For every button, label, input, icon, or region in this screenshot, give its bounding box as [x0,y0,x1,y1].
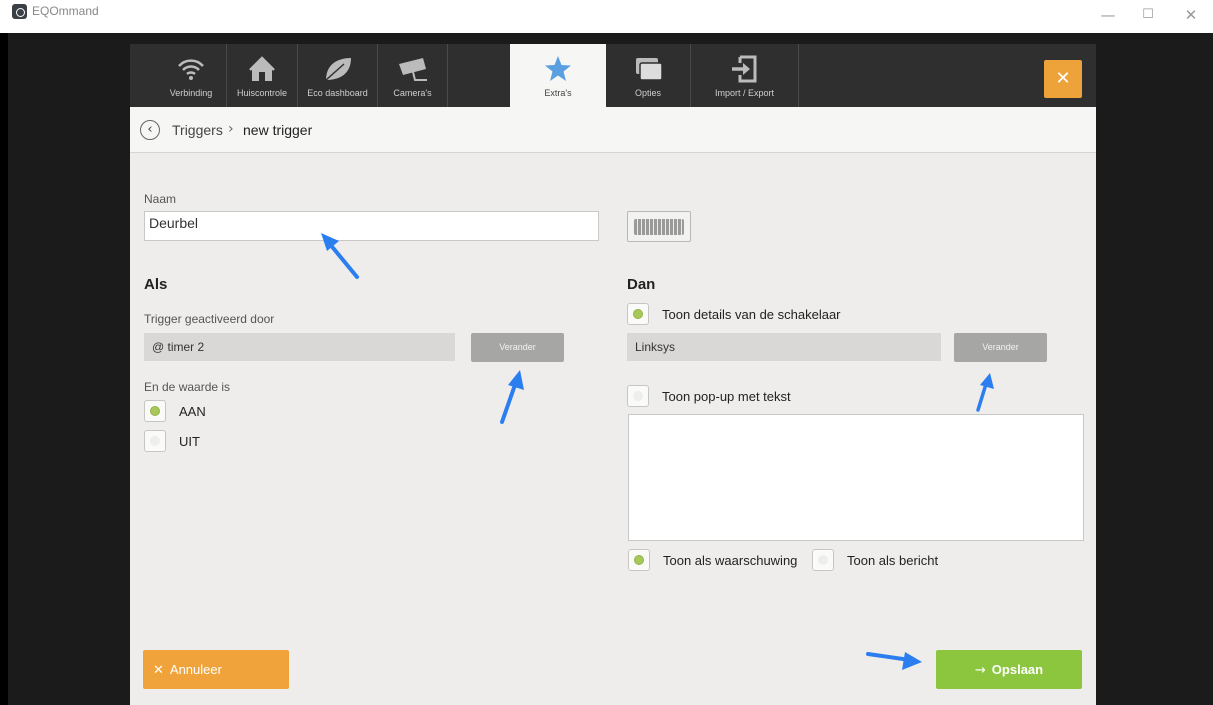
leaf-icon [325,58,351,81]
switch-field: Linksys [627,333,941,361]
change-switch-button[interactable]: Verander [954,333,1047,362]
tab-huiscontrole[interactable]: Huiscontrole [227,44,298,107]
windows-icon [636,58,663,81]
trigger-label: Trigger geactiveerd door [144,312,275,326]
tab-label: Opties [634,88,661,98]
value-label: En de waarde is [144,380,231,394]
keyboard-icon [634,219,684,235]
show-as-message-label: Toon als bericht [847,553,939,568]
tab-label: Extra's [544,88,572,98]
breadcrumb-triggers-link[interactable]: Triggers [172,122,223,138]
name-input[interactable]: Deurbel [144,211,599,241]
tab-label: Verbinding [169,88,213,98]
window-title-bar: EQOmmand — ☐ ✕ [0,0,1213,33]
annotation-arrow-icon [976,373,994,412]
popup-text-area[interactable] [628,414,1084,541]
arrow-right-icon: → [974,663,986,678]
tab-cameras[interactable]: Camera's [378,44,448,107]
radio-aan[interactable] [144,400,166,422]
dan-heading: Dan [627,276,656,293]
show-as-warning-label: Toon als waarschuwing [663,553,798,568]
tab-label: Eco dashboard [307,88,368,98]
annotation-arrow-icon [500,370,524,424]
annotation-arrow-icon [866,652,922,670]
tab-verbinding[interactable]: Verbinding [156,44,227,107]
show-popup-label: Toon pop-up met tekst [662,389,791,404]
trigger-source-field: @ timer 2 [144,333,455,361]
breadcrumb: ‹ Triggers › new trigger [130,107,1096,153]
close-icon: ✕ [153,663,164,678]
tab-import-export[interactable]: Import / Export [691,44,799,107]
minimize-button[interactable]: — [1096,6,1120,24]
tab-eco-dashboard[interactable]: Eco dashboard [298,44,378,107]
camera-icon [398,58,427,81]
radio-uit-label: UIT [179,434,200,449]
als-heading: Als [144,276,168,293]
show-as-message-radio[interactable] [812,549,834,571]
breadcrumb-separator: › [228,121,234,137]
show-as-warning-radio[interactable] [628,549,650,571]
show-popup-radio[interactable] [627,385,649,407]
tab-label: Huiscontrole [236,88,288,98]
show-switch-details-radio[interactable] [627,303,649,325]
radio-aan-label: AAN [179,404,206,419]
back-button[interactable]: ‹ [140,120,160,140]
window-title: EQOmmand [32,4,99,18]
tab-bar: Verbinding Huiscontrole Eco dashboard Ca… [130,44,1096,107]
cancel-label: Annuleer [169,662,222,677]
radio-uit[interactable] [144,430,166,452]
close-panel-button[interactable]: ✕ [1044,60,1082,98]
app-panel: Verbinding Huiscontrole Eco dashboard Ca… [130,44,1096,705]
save-label: Opslaan [991,662,1044,677]
breadcrumb-current: new trigger [243,122,313,138]
tab-opties[interactable]: Opties [606,44,691,107]
wifi-icon [178,59,204,80]
show-switch-details-label: Toon details van de schakelaar [662,307,841,322]
star-icon [545,56,571,81]
save-button[interactable]: → Opslaan [936,650,1082,689]
cancel-button[interactable]: ✕ Annuleer [143,650,289,689]
name-label: Naam [144,192,177,206]
change-trigger-button[interactable]: Verander [471,333,564,362]
import-export-icon [731,55,756,83]
tab-label: Camera's [393,88,432,98]
keyboard-button[interactable] [627,211,691,242]
app-logo-icon [12,4,27,19]
tab-label: Import / Export [714,88,775,98]
window-close-button[interactable]: ✕ [1179,6,1203,24]
house-icon [249,56,275,81]
tab-extras[interactable]: Extra's [510,44,606,107]
maximize-button[interactable]: ☐ [1136,6,1160,24]
